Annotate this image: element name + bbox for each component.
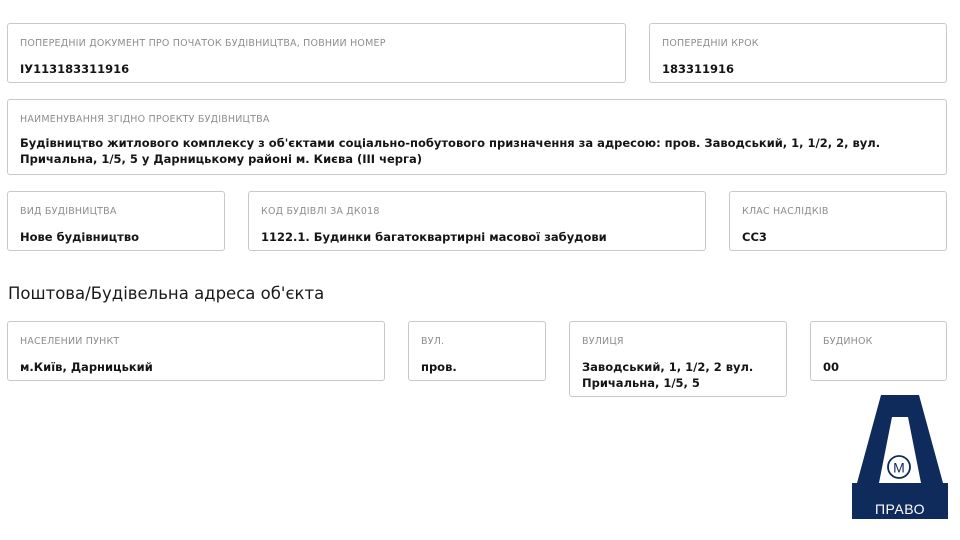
street-value: Заводський, 1, 1/2, 2 вул. Причальна, 1/… xyxy=(582,360,754,390)
project-name-value: Будівництво житлового комплексу з об'єкт… xyxy=(20,136,881,166)
house-label: БУДИНОК xyxy=(823,336,873,347)
prev-step-value: 183311916 xyxy=(662,62,735,76)
consequence-class-value: СС3 xyxy=(742,230,767,244)
building-code-value: 1122.1. Будинки багатоквартирні масової … xyxy=(261,230,607,244)
logo-badge-letter: М xyxy=(893,460,905,476)
street-type-label: ВУЛ. xyxy=(421,336,445,347)
street-label: ВУЛИЦЯ xyxy=(582,336,624,347)
project-name-label: НАЙМЕНУВАННЯ ЗГІДНО ПРОЕКТУ БУДІВНИЦТВА xyxy=(20,114,270,125)
consequence-class-label: КЛАС НАСЛІДКІВ xyxy=(742,206,829,217)
street-type-value: пров. xyxy=(421,360,457,374)
project-name-field: НАЙМЕНУВАННЯ ЗГІДНО ПРОЕКТУ БУДІВНИЦТВА … xyxy=(7,99,947,175)
prev-document-field: ПОПЕРЕДНІЙ ДОКУМЕНТ ПРО ПОЧАТОК БУДІВНИЦ… xyxy=(7,23,626,83)
street-type-field: ВУЛ. пров. xyxy=(408,321,546,381)
house-value: 00 xyxy=(823,360,840,374)
locality-field: НАСЕЛЕНИЙ ПУНКТ м.Київ, Дарницький xyxy=(7,321,385,381)
address-section-title: Поштова/Будівельна адреса об'єкта xyxy=(8,284,325,303)
prev-step-label: ПОПЕРЕДНІЙ КРОК xyxy=(662,38,759,49)
construction-type-value: Нове будівництво xyxy=(20,230,140,244)
locality-label: НАСЕЛЕНИЙ ПУНКТ xyxy=(20,336,120,347)
building-code-field: КОД БУДІВЛІ ЗА ДК018 1122.1. Будинки баг… xyxy=(248,191,706,251)
locality-value: м.Київ, Дарницький xyxy=(20,360,153,374)
consequence-class-field: КЛАС НАСЛІДКІВ СС3 xyxy=(729,191,947,251)
house-field: БУДИНОК 00 xyxy=(810,321,947,381)
prev-step-field: ПОПЕРЕДНІЙ КРОК 183311916 xyxy=(649,23,947,83)
street-field: ВУЛИЦЯ Заводський, 1, 1/2, 2 вул. Причал… xyxy=(569,321,787,397)
building-code-label: КОД БУДІВЛІ ЗА ДК018 xyxy=(261,206,380,217)
construction-type-field: ВИД БУДІВНИЦТВА Нове будівництво xyxy=(7,191,225,251)
prev-document-label: ПОПЕРЕДНІЙ ДОКУМЕНТ ПРО ПОЧАТОК БУДІВНИЦ… xyxy=(20,38,386,49)
construction-type-label: ВИД БУДІВНИЦТВА xyxy=(20,206,117,217)
prev-document-value: ІУ113183311916 xyxy=(20,62,130,76)
logo-text: ПРАВО xyxy=(874,501,926,517)
pravo-logo: М ПРАВО xyxy=(851,395,949,521)
